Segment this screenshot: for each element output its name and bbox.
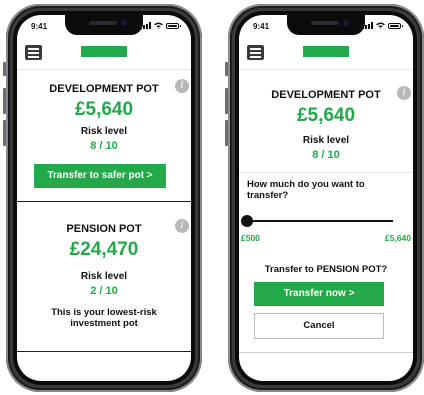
wifi-icon [376,22,385,29]
volume-down-button [3,120,6,146]
wifi-icon [154,22,163,29]
development-risk-label: Risk level [80,126,128,137]
mute-switch [3,62,6,76]
bottom-divider [17,351,191,352]
mute-switch [225,62,228,76]
volume-down-button [225,120,228,146]
pension-note: This is your lowest-risk investment pot [51,307,157,329]
volume-up-button [225,88,228,114]
development-pot-title: DEVELOPMENT POT [49,83,159,95]
status-time: 9:41 [253,22,270,31]
development-pot-title: DEVELOPMENT POT [271,89,381,101]
development-risk-value: 8 / 10 [312,149,340,161]
phone-left: 9:41 DEVELOPMENT POT i £5,640 Risk level… [3,4,202,392]
transfer-question: How much do you want to transfer? [247,179,365,201]
status-time: 9:41 [31,22,48,31]
phone-bezel: 9:41 DEVELOPMENT POT i £5,640 Risk level… [13,11,195,385]
transfer-slider-track[interactable] [247,220,393,222]
transfer-confirm-text: Transfer to PENSION POT? [264,264,388,275]
section-separator [239,172,413,173]
brand-logo [303,46,349,57]
slider-min-label: £500 [241,233,260,243]
development-risk-value: 8 / 10 [90,140,118,152]
signal-icon [140,22,151,29]
transfer-slider-handle[interactable] [241,215,253,227]
pension-risk-value: 2 / 10 [90,285,118,297]
cancel-button[interactable]: Cancel [254,313,384,339]
phone-screen-left: 9:41 DEVELOPMENT POT i £5,640 Risk level… [17,15,191,381]
info-icon[interactable]: i [175,219,189,233]
section-divider [17,201,191,202]
slider-max-label: £5,640 [385,233,411,243]
volume-up-button [3,88,6,114]
phone-screen-right: 9:41 DEVELOPMENT POT i £5,640 Risk level… [239,15,413,381]
pension-pot-title: PENSION POT [66,223,142,235]
bottom-divider [239,352,413,353]
transfer-to-safer-pot-button[interactable]: Transfer to safer pot > [34,164,166,188]
hamburger-icon[interactable] [25,45,42,60]
development-risk-label: Risk level [302,135,350,146]
battery-icon [388,22,403,29]
development-pot-amount: £5,640 [296,105,356,126]
transfer-now-button[interactable]: Transfer now > [254,282,384,306]
pension-pot-amount: £24,470 [69,239,139,260]
info-icon[interactable]: i [397,86,411,100]
phone-bezel: 9:41 DEVELOPMENT POT i £5,640 Risk level… [235,11,417,385]
development-pot-amount: £5,640 [74,99,134,120]
top-bar [239,39,413,70]
top-bar [17,39,191,70]
pension-risk-label: Risk level [80,271,128,282]
hamburger-icon[interactable] [247,45,264,60]
info-icon[interactable]: i [175,79,189,93]
notch [287,15,365,35]
status-icons [362,22,403,29]
notch [65,15,143,35]
signal-icon [362,22,373,29]
status-icons [140,22,181,29]
phone-right: 9:41 DEVELOPMENT POT i £5,640 Risk level… [225,4,424,392]
brand-logo [81,46,127,57]
battery-icon [166,22,181,29]
